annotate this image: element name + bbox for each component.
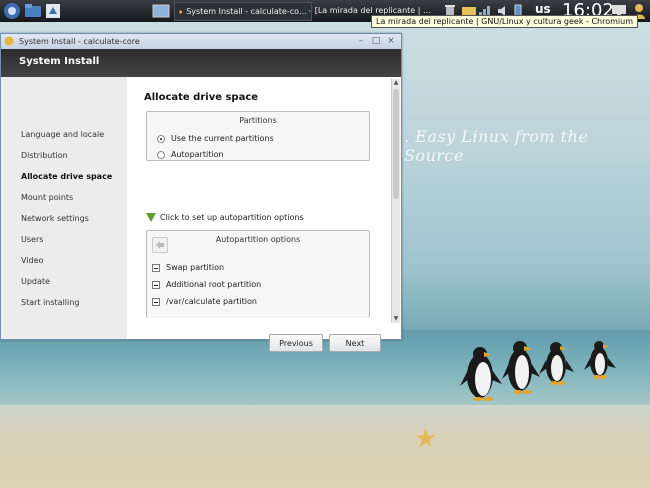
use-current-partitions-radio[interactable]: Use the current partitions — [157, 134, 274, 143]
page-title: Allocate drive space — [144, 92, 259, 103]
radio-label: Autopartition — [171, 150, 224, 159]
next-button[interactable]: Next — [329, 334, 381, 352]
autopartition-options-group: Autopartition options Swap partition Add… — [146, 230, 370, 318]
radio-label: Use the current partitions — [171, 134, 274, 143]
checkbox-indicator — [152, 280, 160, 289]
calculate-icon — [4, 36, 14, 46]
autopartition-options-title: Autopartition options — [215, 235, 301, 244]
file-manager-icon[interactable] — [24, 2, 42, 20]
installer-content: Allocate drive space Partitions Use the … — [127, 77, 401, 352]
taskbar-item-system-install[interactable]: System Install - calculate-co… — [174, 2, 312, 21]
chromium-icon — [309, 9, 311, 12]
sidebar-item-allocate-drive-space[interactable]: Allocate drive space — [21, 172, 112, 181]
autopartition-radio[interactable]: Autopartition — [157, 150, 224, 159]
installer-header: System Install — [1, 49, 401, 77]
taskbar-item-label: [La mirada del replicante | … — [314, 6, 431, 15]
starfish-image: ★ — [414, 424, 438, 454]
start-menu-icon[interactable] — [3, 2, 21, 20]
installer-sidebar: Language and locale Distribution Allocat… — [1, 77, 127, 339]
scroll-up-icon[interactable]: ▲ — [392, 79, 400, 87]
checkbox-label: Additional root partition — [166, 280, 262, 289]
sidebar-item-distribution[interactable]: Distribution — [21, 151, 68, 160]
sidebar-item-video[interactable]: Video — [21, 256, 43, 265]
partitions-group-title: Partitions — [239, 116, 277, 125]
additional-root-partition-checkbox[interactable]: Additional root partition — [152, 280, 261, 289]
sidebar-item-update[interactable]: Update — [21, 277, 50, 286]
partitions-group: Partitions Use the current partitions Au… — [146, 111, 370, 161]
sidebar-item-users[interactable]: Users — [21, 235, 43, 244]
sidebar-item-start-installing[interactable]: Start installing — [21, 298, 79, 307]
calculate-icon — [179, 10, 183, 13]
scroll-down-icon[interactable]: ▼ — [392, 315, 400, 323]
scrollbar-thumb[interactable] — [393, 89, 399, 199]
previous-button[interactable]: Previous — [269, 334, 323, 352]
taskbar-item-label: System Install - calculate-co… — [186, 7, 307, 16]
expander-arrow-icon — [146, 213, 156, 222]
window-title: System Install - calculate-core — [19, 37, 140, 46]
maximize-button[interactable]: □ — [370, 36, 382, 46]
checkbox-indicator — [152, 297, 160, 306]
autopartition-expander[interactable]: Click to set up autopartition options — [146, 213, 304, 222]
installer-window: System Install - calculate-core – □ × Sy… — [0, 33, 402, 352]
swap-partition-checkbox[interactable]: Swap partition — [152, 263, 224, 272]
expander-label: Click to set up autopartition options — [160, 213, 304, 222]
sidebar-item-language[interactable]: Language and locale — [21, 130, 104, 139]
checkbox-indicator — [152, 263, 160, 272]
window-titlebar[interactable]: System Install - calculate-core – □ × — [1, 34, 401, 49]
sidebar-item-mount-points[interactable]: Mount points — [21, 193, 73, 202]
penguin-image — [584, 341, 616, 379]
sidebar-item-network-settings[interactable]: Network settings — [21, 214, 89, 223]
install-launcher-icon[interactable] — [45, 2, 61, 20]
checkbox-label: Swap partition — [166, 263, 225, 272]
checkbox-label: /var/calculate partition — [166, 297, 257, 306]
radio-indicator — [157, 150, 165, 159]
show-desktop-icon[interactable] — [152, 2, 170, 20]
wallpaper-beach — [0, 405, 650, 488]
radio-indicator — [157, 134, 165, 143]
content-scrollbar[interactable]: ▲ ▼ — [391, 79, 400, 323]
minimize-button[interactable]: – — [355, 36, 367, 46]
wallpaper-tagline: . Easy Linux from the Source — [404, 127, 589, 165]
keyboard-layout-indicator[interactable]: us — [535, 2, 551, 16]
penguin-image — [539, 342, 574, 385]
taskbar-tooltip: La mirada del replicante | GNU/Linux y c… — [371, 15, 638, 28]
close-button[interactable]: × — [385, 36, 397, 46]
var-calculate-partition-checkbox[interactable]: /var/calculate partition — [152, 297, 257, 306]
